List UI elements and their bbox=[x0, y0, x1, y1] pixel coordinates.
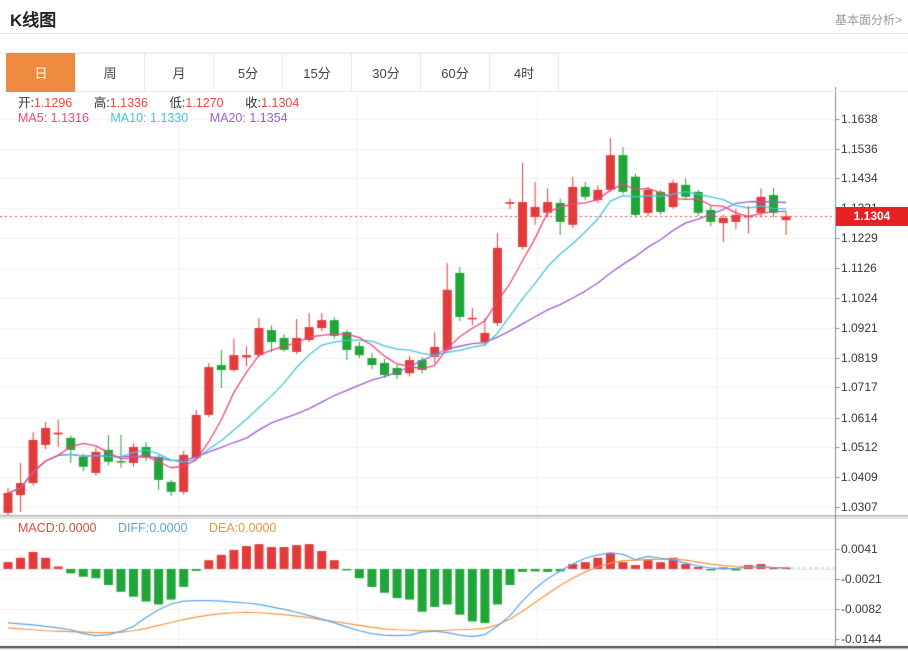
tab-day[interactable]: 日 bbox=[6, 53, 76, 92]
tab-month[interactable]: 月 bbox=[144, 53, 214, 92]
tab-60min[interactable]: 60分 bbox=[420, 53, 490, 92]
tab-5min[interactable]: 5分 bbox=[213, 53, 283, 92]
tab-4hour[interactable]: 4时 bbox=[489, 53, 559, 92]
fundamental-analysis-link[interactable]: 基本面分析> bbox=[835, 11, 902, 28]
tab-30min[interactable]: 30分 bbox=[351, 53, 421, 92]
tab-15min[interactable]: 15分 bbox=[282, 53, 352, 92]
period-tabbar: 日 周 月 5分 15分 30分 60分 4时 bbox=[0, 52, 908, 92]
tab-week[interactable]: 周 bbox=[75, 53, 145, 92]
page-title: K线图 bbox=[10, 6, 56, 31]
tabbar-filler bbox=[559, 53, 908, 92]
header-divider bbox=[0, 33, 908, 34]
kline-page: K线图 基本面分析> 日 周 月 5分 15分 30分 60分 4时 开:1.1… bbox=[0, 0, 908, 651]
kline-chart-canvas[interactable] bbox=[0, 0, 908, 651]
